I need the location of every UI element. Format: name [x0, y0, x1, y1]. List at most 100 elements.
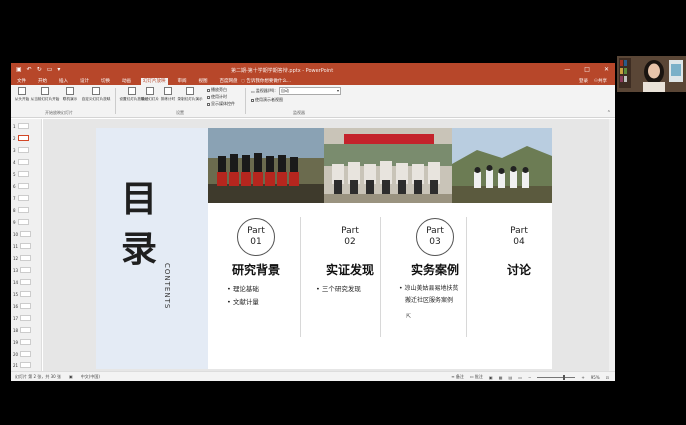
spellcheck-icon[interactable]: ▣	[69, 374, 73, 380]
tab-review[interactable]: 审阅	[176, 78, 189, 85]
thumbnail-item[interactable]: 19	[13, 339, 32, 345]
close-button[interactable]: ✕	[604, 66, 609, 74]
redo-icon[interactable]: ↻	[37, 66, 42, 74]
tab-slide-show[interactable]: 幻灯片放映	[141, 78, 168, 85]
tab-home[interactable]: 开始	[36, 78, 49, 85]
thumbnail-number: 12	[13, 255, 19, 261]
thumbnail-image	[20, 362, 32, 368]
part-number: 03	[429, 237, 441, 247]
fit-to-window-icon[interactable]: ⊡	[606, 375, 609, 380]
thumbnail-item[interactable]: 21	[13, 362, 32, 368]
thumbnail-item[interactable]: 6	[13, 183, 29, 189]
zoom-slider[interactable]	[537, 374, 576, 380]
thumbnail-number: 8	[13, 207, 16, 213]
thumbnail-item-current[interactable]: 2	[13, 135, 29, 141]
vertical-scrollbar[interactable]	[609, 119, 615, 371]
thumbnail-item[interactable]: 7	[13, 195, 29, 201]
customize-qat-icon[interactable]: ▾	[57, 66, 60, 74]
part-number: 02	[344, 237, 356, 247]
thumbnail-item[interactable]: 20	[13, 351, 32, 357]
thumbnail-item[interactable]: 13	[13, 267, 32, 273]
share-button[interactable]: ⚇共享	[594, 78, 607, 84]
bullet-text: 理论基础	[232, 285, 259, 293]
thumbnail-item[interactable]: 1	[13, 123, 29, 129]
setup-show-button[interactable]: 设置幻灯片放映	[119, 87, 145, 102]
thumbnail-image	[20, 231, 32, 237]
slide-photo-1	[208, 128, 324, 203]
tab-insert[interactable]: 插入	[57, 78, 70, 85]
minimize-button[interactable]: —	[564, 66, 570, 74]
thumbnail-item[interactable]: 10	[13, 231, 32, 237]
start-show-icon[interactable]: ▭	[47, 66, 53, 74]
zoom-in-icon[interactable]: +	[581, 375, 584, 380]
zoom-level[interactable]: 95%	[591, 375, 600, 380]
maximize-button[interactable]: □	[584, 66, 590, 74]
thumbnail-image	[17, 123, 29, 129]
tab-view[interactable]: 视图	[197, 78, 210, 85]
zoom-out-icon[interactable]: −	[528, 375, 531, 380]
from-beginning-label: 从头开始	[14, 96, 30, 101]
thumbnail-item[interactable]: 17	[13, 315, 32, 321]
part-03-bullet-continuation: 搬迁社区服务案例	[405, 297, 454, 304]
custom-show-button[interactable]: 自定义幻灯片放映	[82, 87, 110, 102]
present-online-button[interactable]: 联机演示	[61, 87, 79, 102]
thumbnail-number: 10	[13, 231, 19, 237]
tell-me-search[interactable]: ◌ 告诉我你想要做什么...	[241, 78, 291, 84]
thumbnail-item[interactable]: 9	[13, 219, 29, 225]
comments-button[interactable]: ▭ 批注	[470, 374, 483, 380]
thumbnail-image	[17, 147, 29, 153]
from-current-button[interactable]: 从当前幻灯片开始	[31, 87, 59, 102]
presenter-view-checkbox[interactable]: 使用演示者视图	[251, 97, 283, 103]
from-beginning-button[interactable]: 从头开始	[13, 87, 31, 102]
save-icon[interactable]: ▣	[16, 66, 22, 74]
collapse-ribbon-icon[interactable]: ⌃	[607, 110, 611, 116]
thumbnail-item[interactable]: 3	[13, 147, 29, 153]
monitor-select[interactable]: 自动 ▾	[279, 87, 341, 95]
tab-file[interactable]: 文件	[15, 78, 28, 85]
slide-title-char-2: 录	[121, 229, 158, 270]
slideshow-view-icon[interactable]: ▭	[518, 375, 522, 380]
current-slide[interactable]: 目 录 CONTENTS Part 01 研究背景 • 理论基础 • 文献计量 …	[96, 128, 552, 369]
title-bar: ▣ ↶ ↻ ▭ ▾ 第二期-第十学期学期答辩.pptx - PowerPoint…	[11, 63, 615, 77]
stopwatch-icon	[164, 87, 172, 95]
thumbnail-item[interactable]: 12	[13, 255, 32, 261]
thumbnail-item[interactable]: 11	[13, 243, 32, 249]
thumbnail-image	[17, 219, 29, 225]
share-label: 共享	[598, 79, 607, 84]
tab-design[interactable]: 设计	[78, 78, 91, 85]
thumbnail-item[interactable]: 18	[13, 327, 32, 333]
hide-slide-button[interactable]: 隐藏幻灯片	[141, 87, 159, 102]
sign-in-link[interactable]: 登录	[579, 78, 588, 84]
comments-label: 批注	[474, 374, 483, 379]
undo-icon[interactable]: ↶	[27, 66, 32, 74]
thumbnail-item[interactable]: 5	[13, 171, 29, 177]
show-media-controls-checkbox[interactable]: 显示媒体控件	[207, 101, 235, 107]
use-timings-checkbox[interactable]: 使用计时	[207, 94, 227, 100]
thumbnail-item[interactable]: 16	[13, 303, 32, 309]
normal-view-icon[interactable]: ▣	[489, 375, 493, 380]
reading-view-icon[interactable]: ▤	[508, 375, 512, 380]
hide-slide-label: 隐藏幻灯片	[141, 96, 159, 101]
slide-sorter-icon[interactable]: ▦	[499, 375, 503, 380]
thumbnail-image	[20, 351, 32, 357]
tab-baidu-netdisk[interactable]: 百度网盘	[218, 78, 240, 85]
show-media-controls-label: 显示媒体控件	[211, 101, 235, 106]
present-online-icon	[66, 87, 74, 95]
monitor-label: 监视器(M):	[255, 88, 276, 93]
document-title: 第二期-第十学期学期答辩.pptx - PowerPoint	[231, 68, 334, 74]
record-show-button[interactable]: 录制幻灯片演示	[177, 87, 203, 102]
thumbnail-item[interactable]: 4	[13, 159, 29, 165]
slide-photo-3	[452, 128, 552, 203]
checkbox-box	[207, 95, 210, 99]
custom-show-icon	[92, 87, 100, 95]
thumbnail-number: 11	[13, 243, 19, 249]
thumbnail-item[interactable]: 15	[13, 291, 32, 297]
play-narrations-checkbox[interactable]: 播放旁白	[207, 87, 227, 93]
thumbnail-item[interactable]: 14	[13, 279, 32, 285]
rehearse-timings-button[interactable]: 排练计时	[159, 87, 177, 102]
language-indicator[interactable]: 中文(中国)	[81, 374, 100, 380]
notes-button[interactable]: ≡ 备注	[451, 374, 464, 380]
tab-animations[interactable]: 动画	[120, 78, 133, 85]
tab-transitions[interactable]: 切换	[99, 78, 112, 85]
thumbnail-item[interactable]: 8	[13, 207, 29, 213]
